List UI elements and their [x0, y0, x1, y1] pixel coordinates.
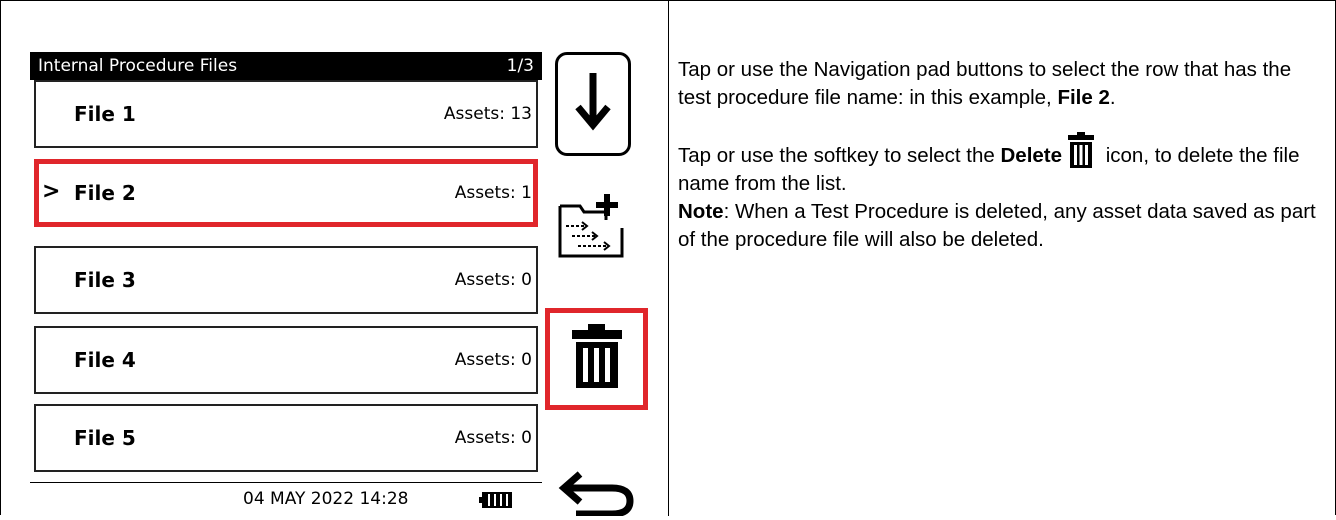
- file-name: File 4: [74, 348, 136, 372]
- page-indicator: 1/3: [506, 56, 534, 76]
- file-assets: Assets: 1: [454, 183, 532, 203]
- instruction-note: Note: When a Test Procedure is deleted, …: [678, 198, 1318, 254]
- file-assets: Assets: 0: [454, 270, 532, 290]
- back-arrow-icon: [558, 471, 634, 518]
- instruction-text: Tap or use the softkey to select the: [678, 144, 1001, 167]
- status-datetime: 04 MAY 2022 14:28: [243, 489, 409, 509]
- download-softkey[interactable]: [555, 52, 631, 156]
- back-softkey[interactable]: [556, 468, 636, 518]
- instruction-text: .: [1109, 86, 1116, 109]
- note-text: : When a Test Procedure is deleted, any …: [678, 200, 1316, 251]
- file-name: File 2: [74, 181, 136, 205]
- trash-icon: [572, 324, 622, 388]
- file-row-2[interactable]: > File 2 Assets: 1: [34, 159, 538, 227]
- file-assets: Assets: 0: [454, 428, 532, 448]
- device-screen: Internal Procedure Files 1/3 File 1 Asse…: [30, 52, 542, 517]
- trash-icon: [1068, 132, 1095, 168]
- instruction-panel: Tap or use the Navigation pad buttons to…: [678, 56, 1318, 274]
- battery-icon: [479, 492, 512, 508]
- instruction-text: Tap or use the Navigation pad buttons to…: [678, 58, 1292, 109]
- file-assets: Assets: 0: [454, 350, 532, 370]
- screen-title: Internal Procedure Files: [38, 56, 238, 76]
- file-name: File 1: [74, 102, 136, 126]
- instruction-bold: Delete: [1000, 144, 1063, 167]
- instruction-delete: Tap or use the softkey to select the Del…: [678, 132, 1318, 198]
- instruction-select-row: Tap or use the Navigation pad buttons to…: [678, 56, 1318, 112]
- file-row-5[interactable]: File 5 Assets: 0: [34, 404, 538, 472]
- status-bar: 04 MAY 2022 14:28: [30, 482, 542, 517]
- new-procedure-softkey[interactable]: [558, 192, 624, 258]
- file-row-1[interactable]: File 1 Assets: 13: [34, 80, 538, 148]
- download-arrow-icon: [575, 73, 611, 131]
- selection-chevron: >: [42, 179, 61, 204]
- column-divider: [668, 0, 669, 516]
- file-row-3[interactable]: File 3 Assets: 0: [34, 246, 538, 314]
- note-label: Note: [678, 200, 724, 223]
- file-assets: Assets: 13: [443, 104, 532, 124]
- file-row-4[interactable]: File 4 Assets: 0: [34, 326, 538, 394]
- file-name: File 5: [74, 426, 136, 450]
- screen-title-bar: Internal Procedure Files 1/3: [30, 52, 542, 80]
- new-folder-icon: [558, 194, 624, 258]
- instruction-bold: File 2: [1057, 86, 1110, 109]
- file-name: File 3: [74, 268, 136, 292]
- delete-softkey[interactable]: [545, 308, 648, 410]
